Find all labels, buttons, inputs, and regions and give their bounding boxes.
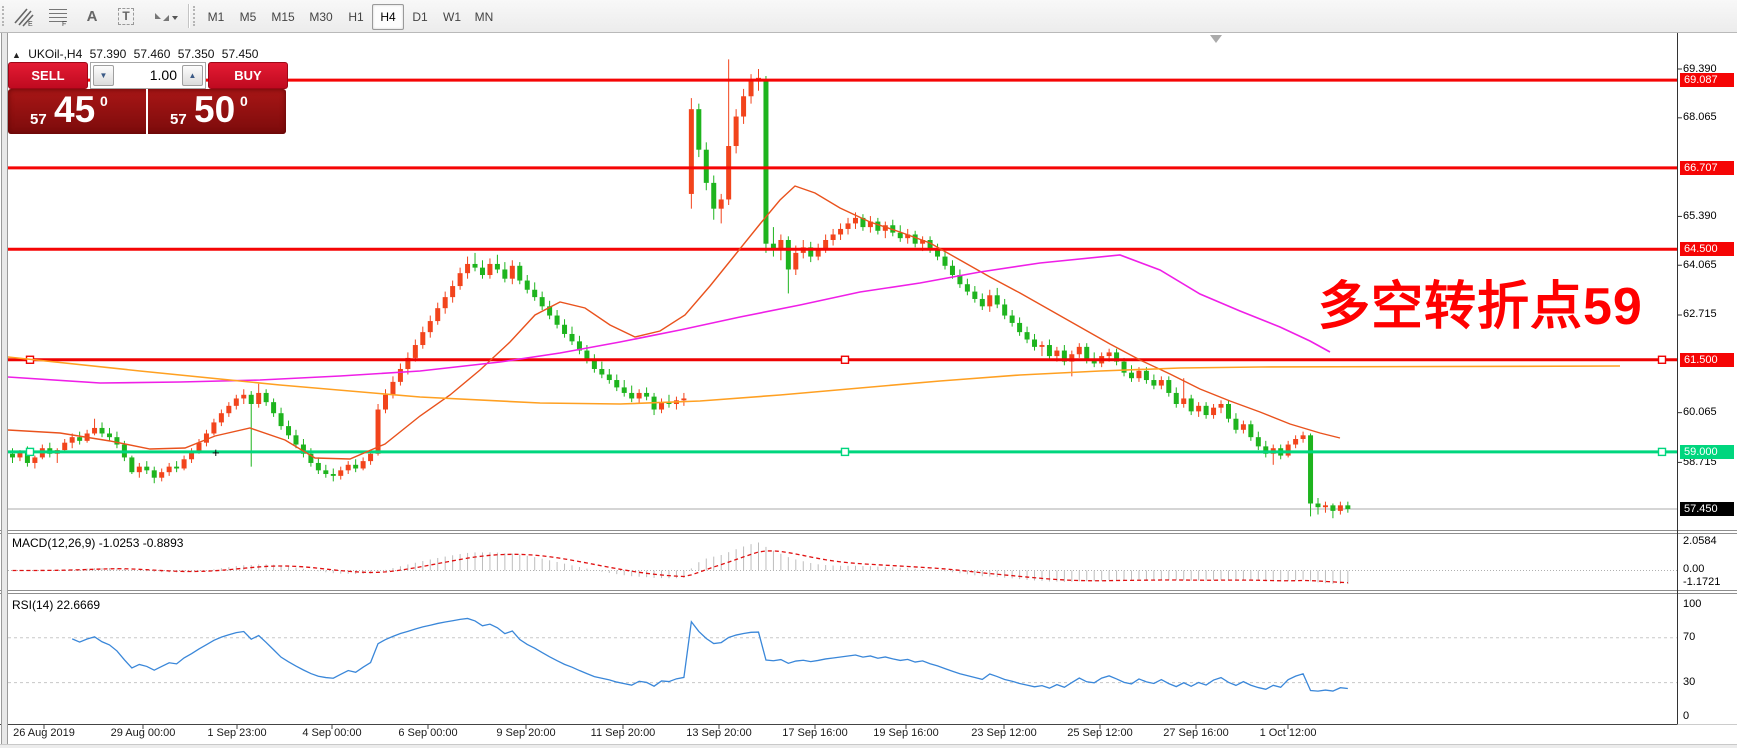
buy-price-small: 57: [170, 111, 187, 128]
tab-timeframe-M5[interactable]: M5: [232, 4, 264, 30]
toolbar-grip[interactable]: [2, 6, 7, 26]
toolbar-separator: [188, 4, 190, 28]
ohlc-high: 57.460: [133, 47, 171, 61]
macd-axis-label: -1.1721: [1683, 575, 1721, 588]
sell-price-small: 57: [30, 111, 47, 128]
bid-ask-display[interactable]: 57 45 0 57 50 0: [8, 89, 286, 134]
ma-medium: [7, 254, 1331, 384]
price-tick-label: 60.065: [1683, 406, 1717, 419]
price-line-badge: 59.000: [1680, 444, 1734, 459]
svg-text:F: F: [62, 21, 66, 27]
tab-timeframe-MN[interactable]: MN: [468, 4, 500, 30]
date-axis-label: 17 Sep 16:00: [782, 727, 848, 739]
buy-price-big: 50: [194, 89, 236, 130]
crosshair-mark: +: [212, 445, 220, 460]
date-axis-label: 6 Sep 00:00: [398, 727, 458, 739]
chart-annotation: 多空转折点59: [1318, 278, 1643, 336]
text-label-icon[interactable]: A: [76, 3, 108, 30]
price-line-badge: 69.087: [1680, 73, 1734, 88]
sell-price-big: 45: [54, 89, 96, 130]
price-line-badge: 61.500: [1680, 352, 1734, 367]
date-axis-label: 29 Aug 00:00: [110, 727, 176, 739]
symbol-period: UKOil-,H4: [28, 47, 83, 61]
date-axis-label: 19 Sep 16:00: [873, 727, 939, 739]
date-axis-label: 9 Sep 20:00: [496, 727, 556, 739]
volume-input[interactable]: 1.00: [117, 63, 177, 88]
collapse-icon[interactable]: ▲: [12, 50, 21, 60]
ohlc-open: 57.390: [89, 47, 127, 61]
ma-fast: [7, 185, 1341, 460]
date-axis-label: 23 Sep 12:00: [971, 727, 1037, 739]
price-tick-label: 62.715: [1683, 308, 1717, 321]
rsi-axis-label: 70: [1683, 631, 1696, 644]
volume-box: ▼ 1.00 ▲: [90, 62, 206, 89]
sell-price-sup: 0: [100, 93, 108, 109]
date-axis-label: 11 Sep 20:00: [590, 727, 656, 739]
date-axis-label: 1 Oct 12:00: [1259, 727, 1317, 739]
chart-shift-marker: [1210, 35, 1222, 43]
price-tick-label: 65.390: [1683, 209, 1717, 222]
text-box-icon[interactable]: T: [110, 3, 142, 30]
volume-decrease-button[interactable]: ▼: [93, 65, 114, 86]
tab-timeframe-M15[interactable]: M15: [264, 4, 302, 30]
rsi-axis-label: 100: [1683, 597, 1702, 610]
timeframe-grip[interactable]: [193, 6, 198, 26]
macd-axis-label: 2.0584: [1683, 534, 1717, 547]
rsi-label: RSI(14) 22.6669: [12, 598, 101, 612]
macd-axis-label: 0.00: [1683, 562, 1705, 575]
buy-price-sup: 0: [240, 93, 248, 109]
tab-timeframe-M1[interactable]: M1: [200, 4, 232, 30]
macd-label: MACD(12,26,9) -1.0253 -0.8893: [12, 536, 184, 550]
buy-button[interactable]: BUY: [208, 62, 288, 89]
date-axis-label: 27 Sep 16:00: [1163, 727, 1229, 739]
buy-price-display[interactable]: 57 50 0: [148, 89, 286, 134]
sell-button[interactable]: SELL: [8, 62, 88, 89]
date-axis-label: 13 Sep 20:00: [686, 727, 752, 739]
fib-expansion-icon[interactable]: E: [8, 3, 40, 30]
price-line-badge: 66.707: [1680, 160, 1734, 175]
date-axis-label: 1 Sep 23:00: [207, 727, 267, 739]
tab-timeframe-H1[interactable]: H1: [340, 4, 372, 30]
ohlc-low: 57.350: [177, 47, 215, 61]
tab-timeframe-D1[interactable]: D1: [404, 4, 436, 30]
chart-header: ▲ UKOil-,H4 57.390 57.460 57.350 57.450: [12, 47, 262, 61]
toolbar: E F A T M1 M5 M15 M30 H1 H4 D1 W1 MN: [0, 0, 1737, 33]
price-line-badge: 64.500: [1680, 242, 1734, 257]
date-axis-label: 25 Sep 12:00: [1067, 727, 1133, 739]
date-axis-label: 4 Sep 00:00: [302, 727, 362, 739]
price-line-badge: 57.450: [1680, 502, 1734, 517]
price-tick-label: 64.065: [1683, 258, 1717, 271]
trading-terminal-window: E F A T M1 M5 M15 M30 H1 H4 D1 W1 MN ▲ UKOil-,H4…: [0, 0, 1737, 748]
ohlc-close: 57.450: [221, 47, 259, 61]
date-axis-label: 26 Aug 2019: [13, 727, 75, 739]
sell-price-display[interactable]: 57 45 0: [8, 89, 146, 134]
rsi-axis-label: 30: [1683, 676, 1696, 689]
tab-timeframe-M30[interactable]: M30: [302, 4, 340, 30]
tab-timeframe-W1[interactable]: W1: [436, 4, 468, 30]
one-click-trade-panel: SELL ▼ 1.00 ▲ BUY 57 45 0 57 50 0: [8, 62, 288, 134]
arrow-style-icon[interactable]: [144, 3, 184, 30]
svg-text:E: E: [28, 21, 33, 27]
window-bottom-border: [0, 744, 1737, 748]
tab-timeframe-H4[interactable]: H4: [372, 4, 404, 30]
price-tick-label: 68.065: [1683, 111, 1717, 124]
rsi-axis-label: 0: [1683, 709, 1690, 722]
volume-increase-button[interactable]: ▲: [182, 65, 203, 86]
fib-fan-icon[interactable]: F: [42, 3, 74, 30]
